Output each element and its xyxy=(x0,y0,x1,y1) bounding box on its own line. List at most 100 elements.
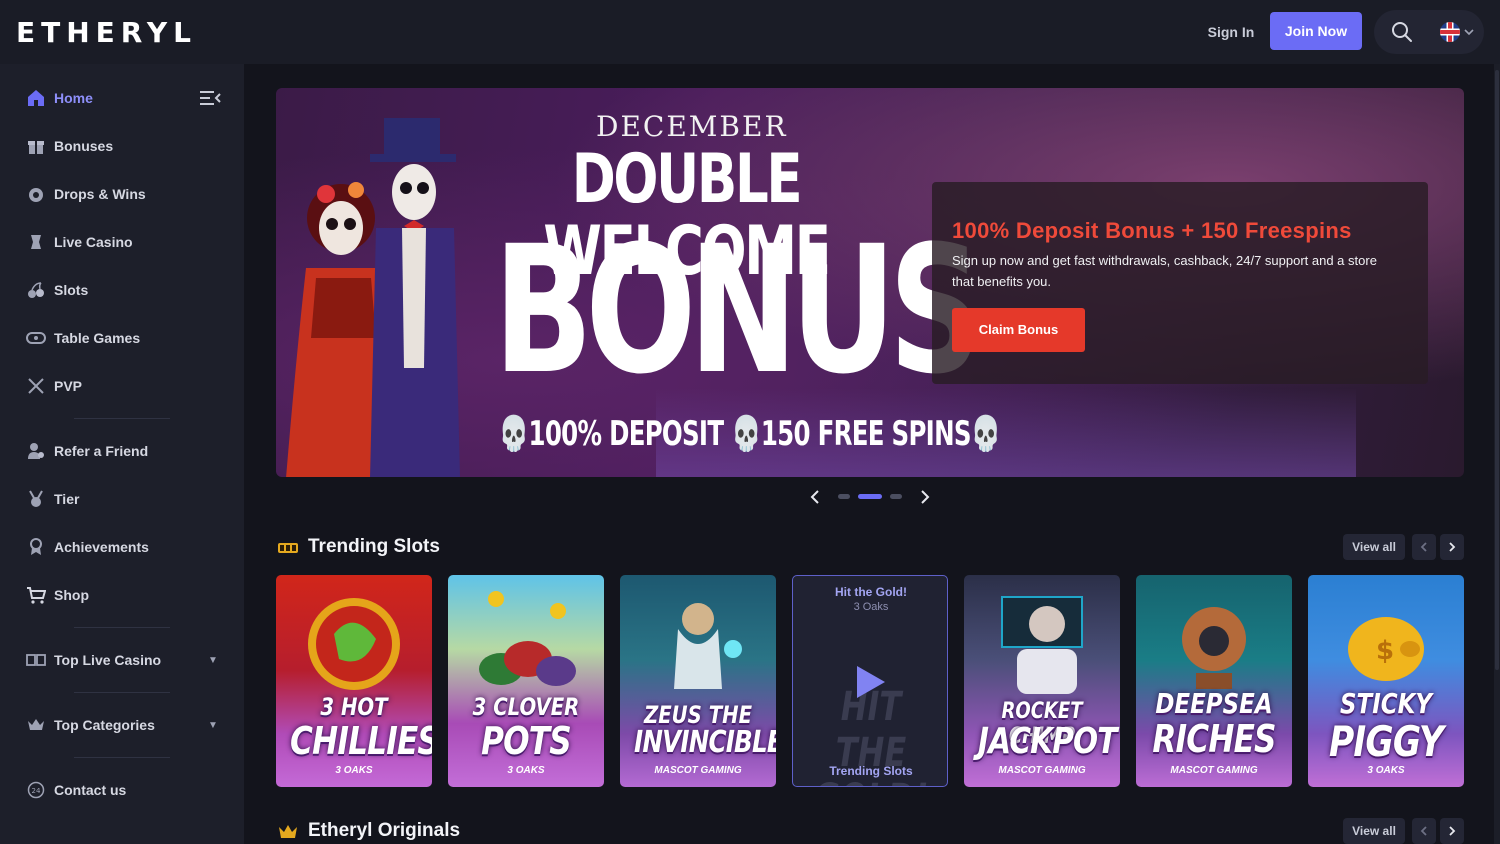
originals-title: Etheryl Originals xyxy=(308,820,461,841)
game-card-zeus-the-invincible[interactable]: ZEUS THE INVINCIBLE MASCOT GAMING xyxy=(620,575,776,787)
sidebar-item-label: Top Categories xyxy=(54,717,155,733)
sidebar-item-label: Home xyxy=(54,90,93,106)
trending-prev-icon[interactable] xyxy=(1412,534,1436,560)
live-casino-icon xyxy=(26,232,46,252)
svg-text:24: 24 xyxy=(32,787,41,795)
game-provider: MASCOT GAMING xyxy=(1170,765,1258,776)
game-provider: 3 OAKS xyxy=(507,765,545,776)
support-24-icon: 24 xyxy=(26,780,46,800)
banner-month: DECEMBER xyxy=(596,110,788,143)
trending-view-all-button[interactable]: View all xyxy=(1343,534,1405,560)
game-title-line1: 3 HOT xyxy=(320,693,388,721)
chevron-down-icon xyxy=(1464,29,1474,36)
game-card-sticky-piggy[interactable]: $ STICKY PIGGY 3 OAKS xyxy=(1308,575,1464,787)
game-title-line2: JACKPOT xyxy=(978,721,1117,762)
table-games-icon xyxy=(26,328,46,348)
diving-helmet-art xyxy=(1182,607,1246,689)
trending-next-icon[interactable] xyxy=(1440,534,1464,560)
game-title-line1: STICKY xyxy=(1339,687,1433,720)
sidebar-item-label: PVP xyxy=(54,378,83,394)
sidebar-item-label: Tier xyxy=(54,491,80,507)
game-title-line2: POTS xyxy=(481,719,572,763)
sidebar-item-table-games[interactable]: Table Games xyxy=(0,318,244,358)
carousel-dot[interactable] xyxy=(838,494,850,499)
cart-icon xyxy=(26,585,46,605)
sidebar-item-drops-wins[interactable]: Drops & Wins xyxy=(0,174,244,214)
sign-in-button[interactable]: Sign In xyxy=(1200,20,1262,44)
sidebar-item-live-casino[interactable]: Live Casino xyxy=(0,222,244,262)
sidebar-item-tier[interactable]: Tier xyxy=(0,479,244,519)
game-title-line2: RICHES xyxy=(1152,717,1276,761)
sidebar-item-bonuses[interactable]: Bonuses xyxy=(0,126,244,166)
search-icon[interactable] xyxy=(1384,18,1420,46)
chevron-down-icon: ▼ xyxy=(208,719,218,731)
sidebar-item-label: Top Live Casino xyxy=(54,652,162,668)
originals-prev-icon[interactable] xyxy=(1412,818,1436,844)
game-provider: 3 OAKS xyxy=(1367,765,1405,776)
originals-view-all-button[interactable]: View all xyxy=(1343,818,1405,844)
banner-subtitle: 💀100% DEPOSIT 💀150 FREE SPINS💀 xyxy=(498,414,1001,454)
sidebar-item-contact-us[interactable]: 24 Contact us xyxy=(0,770,244,810)
sidebar-divider xyxy=(74,757,170,758)
sidebar-item-label: Table Games xyxy=(54,330,141,346)
claim-bonus-button[interactable]: Claim Bonus xyxy=(952,308,1085,352)
hover-category-tag: Trending Slots xyxy=(829,764,913,778)
trending-slots-title: Trending Slots xyxy=(308,536,440,557)
carousel-next-icon[interactable] xyxy=(914,486,936,508)
game-title-line1: DEEPSEA xyxy=(1155,687,1273,720)
game-provider: 3 OAKS xyxy=(335,765,373,776)
sidebar: Home Bonuses Drops & Wins Live Casino Sl… xyxy=(0,64,244,844)
drops-icon xyxy=(26,184,46,204)
join-now-button[interactable]: Join Now xyxy=(1270,12,1362,50)
crown-icon xyxy=(279,825,297,838)
sidebar-item-achievements[interactable]: Achievements xyxy=(0,527,244,567)
swords-icon xyxy=(26,376,46,396)
game-card-3-hot-chillies[interactable]: 3 HOT CHILLIES 3 OAKS xyxy=(276,575,432,787)
originals-next-icon[interactable] xyxy=(1440,818,1464,844)
gift-icon xyxy=(26,136,46,156)
refer-icon xyxy=(26,441,46,461)
game-title-line2: PIGGY xyxy=(1328,717,1444,766)
sidebar-item-label: Live Casino xyxy=(54,234,133,250)
play-icon[interactable] xyxy=(855,664,887,700)
golden-piggy-art: $ xyxy=(1348,617,1424,681)
sidebar-divider xyxy=(74,627,170,628)
cards-icon xyxy=(26,650,46,670)
hover-game-title: Hit the Gold! xyxy=(835,585,907,599)
sidebar-item-pvp[interactable]: PVP xyxy=(0,366,244,406)
chevron-down-icon: ▼ xyxy=(208,654,218,666)
sidebar-divider xyxy=(74,692,170,693)
game-card-rocket-chimp-jackpot[interactable]: ROCKET CHIMP JACKPOT MASCOT GAMING xyxy=(964,575,1120,787)
game-card-3-clover-pots[interactable]: 3 CLOVER POTS 3 OAKS xyxy=(448,575,604,787)
sidebar-item-slots[interactable]: Slots xyxy=(0,270,244,310)
scrollbar-thumb[interactable] xyxy=(1495,70,1499,670)
game-title-line2: INVINCIBLE xyxy=(634,725,776,760)
language-selector[interactable] xyxy=(1434,18,1480,46)
sidebar-item-label: Slots xyxy=(54,282,89,298)
promo-title: 100% Deposit Bonus + 150 Freespins xyxy=(952,218,1352,243)
sidebar-item-top-categories[interactable]: Top Categories ▼ xyxy=(0,705,244,745)
sidebar-item-home[interactable]: Home xyxy=(0,78,244,118)
sidebar-item-label: Refer a Friend xyxy=(54,443,149,459)
cherries-icon xyxy=(26,280,46,300)
carousel-prev-icon[interactable] xyxy=(804,486,826,508)
carousel-dot-active[interactable] xyxy=(858,494,882,499)
medal-icon xyxy=(26,489,46,509)
top-header: ETHERYL Sign In Join Now xyxy=(0,0,1500,64)
chimp-astronaut-art xyxy=(1001,596,1083,694)
carousel-dot[interactable] xyxy=(890,494,902,499)
svg-text:$: $ xyxy=(1376,636,1394,666)
sidebar-item-label: Contact us xyxy=(54,782,127,798)
game-card-hit-the-gold-hover[interactable]: Hit the Gold! 3 Oaks HIT THE GOLD! Trend… xyxy=(792,575,948,787)
crown-icon xyxy=(26,715,46,735)
sidebar-divider xyxy=(74,418,170,419)
sidebar-item-refer-a-friend[interactable]: Refer a Friend xyxy=(0,431,244,471)
slot-machine-icon xyxy=(278,543,298,553)
sidebar-item-shop[interactable]: Shop xyxy=(0,575,244,615)
promo-description: Sign up now and get fast withdrawals, ca… xyxy=(952,253,1377,289)
sidebar-item-top-live-casino[interactable]: Top Live Casino ▼ xyxy=(0,640,244,680)
site-logo[interactable]: ETHERYL xyxy=(16,18,197,48)
game-provider: MASCOT GAMING xyxy=(654,765,742,776)
game-card-deepsea-riches[interactable]: DEEPSEA RICHES MASCOT GAMING xyxy=(1136,575,1292,787)
banner-title-line2: BONUS xyxy=(493,208,983,413)
